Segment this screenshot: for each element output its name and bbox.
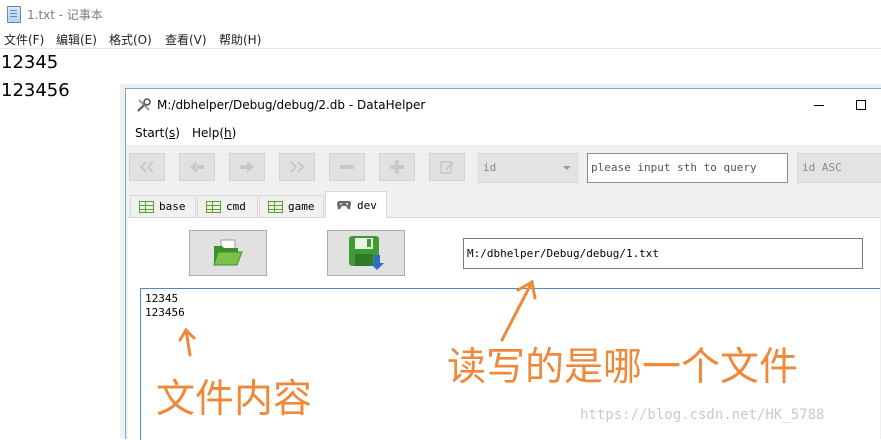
annotation-which-file: 读写的是哪一个文件 <box>447 345 799 390</box>
annotation-file-content: 文件内容 <box>156 377 313 422</box>
tab-dev[interactable]: dev <box>325 191 387 218</box>
tab-dev-label: dev <box>357 198 377 212</box>
watermark: https://blog.csdn.net/HK_5788 <box>580 407 825 423</box>
gamepad-icon <box>337 201 351 210</box>
